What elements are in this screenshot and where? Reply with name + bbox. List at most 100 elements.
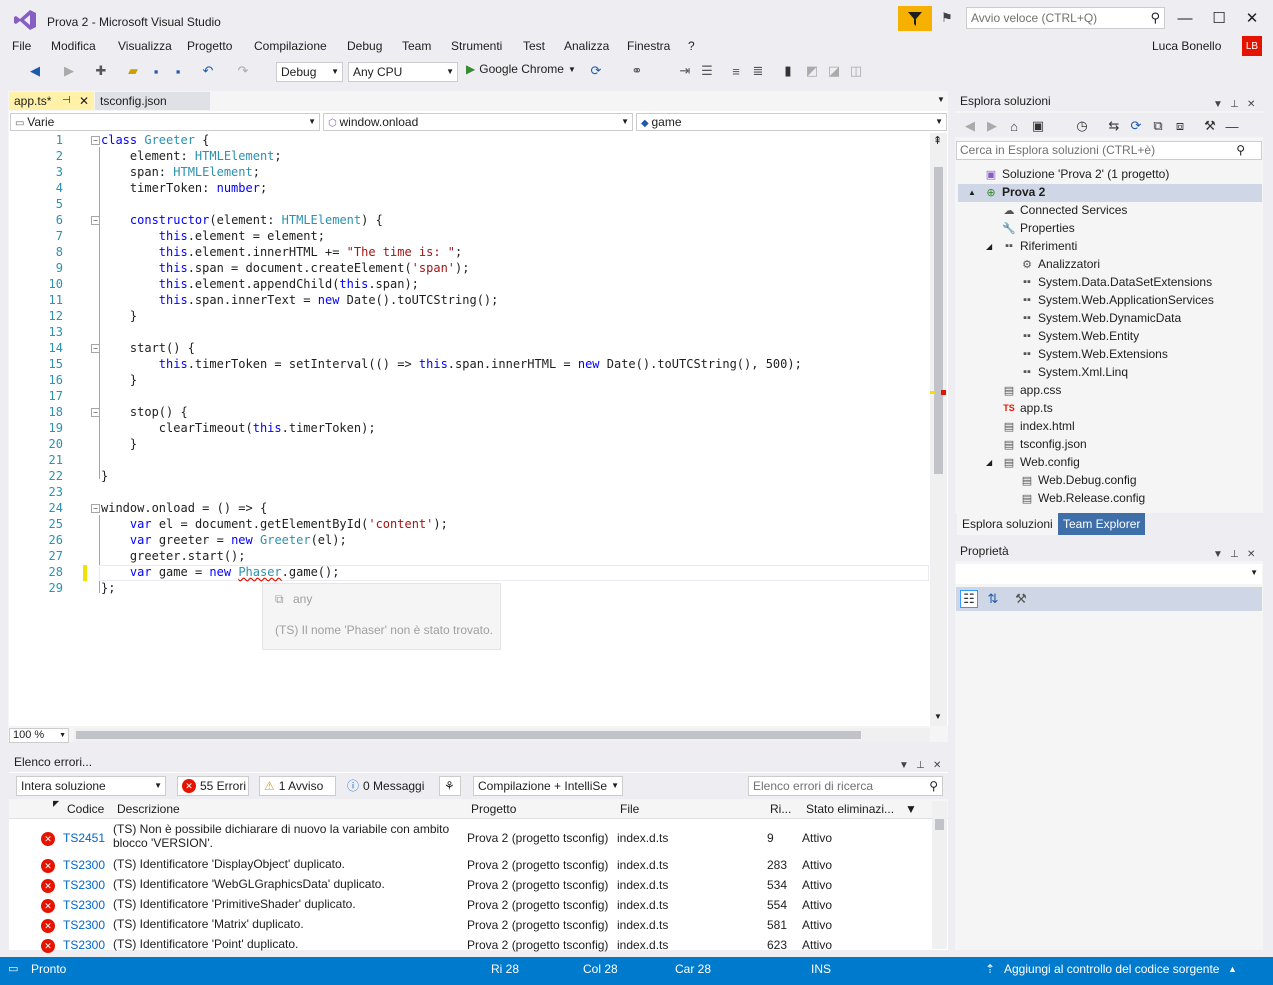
symbol-dropdown[interactable]: ◆ game ▼ [636,113,947,131]
refresh-icon[interactable]: ⟳ [1127,117,1145,135]
properties-object-dropdown[interactable]: ▼ [956,564,1262,584]
save-icon[interactable]: ▪ [147,62,165,80]
menu-finestra[interactable]: Finestra [627,39,670,53]
pin-icon[interactable]: ⊥ [1230,545,1239,565]
tree-node[interactable]: ◢ ▤ Web.config [986,455,1080,469]
expand-arrow-icon[interactable]: ◢ [986,242,998,251]
code-line[interactable]: 12 } [9,309,929,325]
code-line[interactable]: 16 } [9,373,929,389]
code-line[interactable]: 14 − start() { [9,341,929,357]
scope-dropdown[interactable]: Intera soluzione ▼ [16,776,166,796]
tree-node[interactable]: ▪▪ System.Web.DynamicData [1004,311,1181,325]
error-code[interactable]: TS2300 [63,938,105,952]
collapse-icon[interactable]: − [91,504,100,513]
tab-tsconfig-json[interactable]: tsconfig.json [95,92,210,110]
error-row[interactable]: ✕ TS2300 (TS) Identificatore 'PrimitiveSha… [9,897,929,917]
close-icon[interactable]: ✕ [1247,545,1255,565]
filter-icon[interactable]: ▼ [905,802,917,816]
tree-node[interactable]: ▤ Web.Release.config [1004,491,1145,505]
collapse-icon[interactable]: − [91,136,100,145]
close-icon[interactable]: ✕ [1247,95,1255,115]
error-code[interactable]: TS2300 [63,858,105,872]
pin-icon[interactable]: ⊥ [1230,95,1239,115]
tab-list-icon[interactable]: ▼ [937,95,945,104]
column-file[interactable]: File [620,802,639,816]
menu-compilazione[interactable]: Compilazione [254,39,327,53]
forward-icon[interactable]: ▶ [983,117,1001,135]
notification-filter-icon[interactable] [898,6,932,31]
start-debugging-button[interactable]: ▶ Google Chrome ▼ [466,62,576,76]
zoom-dropdown[interactable]: 100 % ▼ [9,728,69,743]
code-line[interactable]: 7 this.element = element; [9,229,929,245]
error-code[interactable]: TS2451 [63,831,105,845]
tree-node[interactable]: ▣ Soluzione 'Prova 2' (1 progetto) [968,167,1170,181]
indent-icon[interactable]: ☰ [698,62,716,80]
menu-visualizza[interactable]: Visualizza [118,39,172,53]
code-line[interactable]: 17 [9,389,929,405]
scope-dropdown[interactable]: ▭ Varie ▼ [10,113,320,131]
collapse-icon[interactable]: − [91,216,100,225]
quick-launch-input[interactable]: Avvio veloce (CTRL+Q) ⚲ [966,7,1165,29]
open-file-icon[interactable]: ▰ [124,62,142,80]
sync-icon[interactable]: ⇆ [1105,117,1123,135]
close-icon[interactable]: ✕ [79,92,89,110]
step-icon[interactable]: ⇥ [676,62,694,80]
code-line[interactable]: 13 [9,325,929,341]
panel-menu-icon[interactable]: ▼ [1213,95,1223,115]
code-line[interactable]: 21 [9,453,929,469]
categorized-icon[interactable]: ☷ [960,590,978,608]
tree-node[interactable]: ▲ ⊕ Prova 2 [968,185,1045,199]
tab-solution-explorer[interactable]: Esplora soluzioni [957,513,1058,535]
menu-modifica[interactable]: Modifica [51,39,96,53]
menu-help[interactable]: ? [688,39,695,53]
code-line[interactable]: 25 var el = document.getElementById('con… [9,517,929,533]
collapse-all-icon[interactable]: ⧉ [1149,117,1167,135]
tree-node[interactable]: ▤ app.css [986,383,1062,397]
column-project[interactable]: Progetto [471,802,516,816]
clear-bookmarks-icon[interactable]: ◫ [847,62,865,80]
platform-dropdown[interactable]: Any CPU ▼ [348,62,458,82]
messages-filter-button[interactable]: ⓘ 0 Messaggi [343,776,429,796]
code-line[interactable]: 1 − class Greeter { [9,133,929,149]
properties-icon[interactable]: ⚒ [1201,117,1219,135]
tree-node[interactable]: ▪▪ System.Web.Extensions [1004,347,1168,361]
tree-node[interactable]: ▪▪ System.Web.Entity [1004,329,1139,343]
tree-node[interactable]: 🔧 Properties [986,221,1075,235]
browser-link-icon[interactable]: ⚭ [628,62,646,80]
maximize-button[interactable]: ☐ [1204,8,1234,28]
code-line[interactable]: 11 this.span.innerText = new Date().toUT… [9,293,929,309]
refresh-icon[interactable]: ⟳ [587,62,605,80]
save-all-icon[interactable]: ▪ [169,62,187,80]
code-line[interactable]: 9 this.span = document.createElement('sp… [9,261,929,277]
switch-views-icon[interactable]: ▣ [1029,117,1047,135]
code-line[interactable]: 5 [9,197,929,213]
code-line[interactable]: 18 − stop() { [9,405,929,421]
minimize-button[interactable]: — [1170,8,1200,28]
menu-test[interactable]: Test [523,39,545,53]
expand-arrow-icon[interactable]: ▲ [968,188,980,197]
show-all-files-icon[interactable]: ⧈ [1171,117,1189,135]
tree-node[interactable]: ▤ index.html [986,419,1075,433]
next-bookmark-icon[interactable]: ◪ [825,62,843,80]
error-list-scrollbar[interactable] [932,801,947,949]
code-line[interactable]: 24 − window.onload = () => { [9,501,929,517]
error-search-input[interactable]: Elenco errori di ricerca ⚲ [748,776,943,796]
error-row[interactable]: ✕ TS2451 (TS) Non è possibile dichiarare d… [9,822,929,856]
errors-filter-button[interactable]: ✕ 55 Errori [177,776,249,796]
code-line[interactable]: 22} [9,469,929,485]
menu-file[interactable]: File [12,39,31,53]
code-line[interactable]: 19 clearTimeout(this.timerToken); [9,421,929,437]
comment-icon[interactable]: ≡ [727,62,745,80]
code-line[interactable]: 3 span: HTMLElement; [9,165,929,181]
feedback-icon[interactable]: ⚑ [936,8,958,28]
code-line[interactable]: 27 greeter.start(); [9,549,929,565]
code-line[interactable]: 10 this.element.appendChild(this.span); [9,277,929,293]
warnings-filter-button[interactable]: ⚠ 1 Avviso [259,776,336,796]
code-line[interactable]: 8 this.element.innerHTML += "The time is… [9,245,929,261]
scroll-thumb[interactable] [76,731,861,739]
tree-node[interactable]: ▪▪ System.Web.ApplicationServices [1004,293,1214,307]
column-line[interactable]: Ri... [770,802,791,816]
bookmark-icon[interactable]: ▮ [779,62,797,80]
error-code[interactable]: TS2300 [63,898,105,912]
home-icon[interactable]: ⌂ [1005,117,1023,135]
